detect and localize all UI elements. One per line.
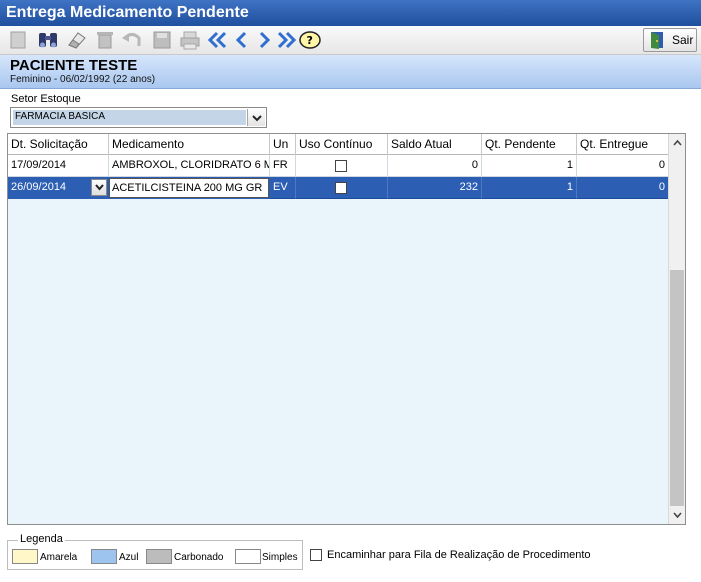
legend: Legenda Amarela Azul Carbonado Simples (7, 533, 303, 570)
cell-pendente[interactable]: 1 (482, 155, 577, 177)
grid-header: Dt. Solicitação Medicamento Un Uso Contí… (8, 134, 669, 155)
date-editor-value: 26/09/2014 (11, 181, 67, 193)
legend-swatch-azul (91, 549, 117, 564)
door-exit-icon (651, 32, 663, 49)
vertical-scrollbar[interactable] (668, 134, 685, 524)
setor-dropdown-button[interactable] (247, 109, 265, 126)
column-header[interactable]: Dt. Solicitação (8, 134, 109, 155)
cell-uso-continuo (296, 177, 388, 199)
legend-label: Azul (119, 552, 139, 563)
cell-entregue[interactable]: 0 (577, 177, 669, 199)
chevron-down-icon (94, 184, 104, 191)
column-header[interactable]: Un (270, 134, 296, 155)
exit-button[interactable]: Sair (643, 28, 697, 52)
svg-text:?: ? (307, 34, 313, 47)
help-icon[interactable]: ? (298, 29, 322, 51)
scroll-up-icon[interactable] (669, 135, 685, 151)
first-icon[interactable] (206, 29, 230, 51)
medication-grid: Dt. Solicitação Medicamento Un Uso Contí… (7, 133, 686, 525)
column-header[interactable]: Qt. Pendente (482, 134, 577, 155)
patient-info: Feminino - 06/02/1992 (22 anos) (10, 74, 156, 85)
eraser-icon[interactable] (65, 29, 89, 51)
column-header[interactable]: Qt. Entregue (577, 134, 669, 155)
patient-header: PACIENTE TESTE Feminino - 06/02/1992 (22… (0, 55, 701, 89)
column-header[interactable]: Medicamento (109, 134, 270, 155)
toolbar: ? Sair (0, 26, 701, 55)
uso-continuo-checkbox[interactable] (335, 182, 347, 194)
legend-swatch-carbonado (146, 549, 172, 564)
legend-swatch-amarela (12, 549, 38, 564)
table-row-selected[interactable]: 26/09/2014 ACETILCISTEINA 200 MG GR EV 2… (8, 177, 669, 199)
date-editor[interactable]: 26/09/2014 (8, 177, 108, 199)
undo-icon[interactable] (120, 29, 144, 51)
cell-saldo[interactable]: 0 (388, 155, 482, 177)
new-icon[interactable] (6, 29, 30, 51)
scroll-down-icon[interactable] (669, 507, 685, 523)
cell-entregue[interactable]: 0 (577, 155, 669, 177)
window-title: Entrega Medicamento Pendente (0, 0, 701, 26)
column-header[interactable]: Uso Contínuo (296, 134, 388, 155)
binoculars-icon[interactable] (36, 29, 60, 51)
cell-saldo[interactable]: 232 (388, 177, 482, 199)
next-icon[interactable] (252, 29, 276, 51)
cell-uso-continuo (296, 155, 388, 177)
setor-value: FARMACIA BASICA (13, 110, 246, 125)
legend-title: Legenda (18, 533, 65, 545)
last-icon[interactable] (274, 29, 298, 51)
encaminhar-checkbox[interactable] (310, 549, 322, 561)
medication-editor[interactable]: ACETILCISTEINA 200 MG GR (109, 178, 269, 198)
cell-medication[interactable]: AMBROXOL, CLORIDRATO 6 MG. (109, 155, 270, 177)
encaminhar-option[interactable]: Encaminhar para Fila de Realização de Pr… (310, 549, 591, 561)
legend-label: Simples (262, 552, 298, 563)
cell-unit[interactable]: EV (270, 177, 296, 199)
cell-date[interactable]: 17/09/2014 (8, 155, 109, 177)
date-dropdown-button[interactable] (91, 179, 107, 196)
setor-label: Setor Estoque (11, 93, 81, 105)
prev-icon[interactable] (230, 29, 254, 51)
scrollbar-thumb[interactable] (670, 270, 684, 506)
legend-label: Amarela (40, 552, 78, 563)
chevron-down-icon (251, 114, 262, 121)
uso-continuo-checkbox[interactable] (335, 160, 347, 172)
patient-name: PACIENTE TESTE (10, 57, 138, 74)
setor-select[interactable]: FARMACIA BASICA (10, 107, 267, 128)
print-icon[interactable] (178, 29, 202, 51)
cell-pendente[interactable]: 1 (482, 177, 577, 199)
legend-swatch-simples (235, 549, 261, 564)
table-row[interactable]: 17/09/2014 AMBROXOL, CLORIDRATO 6 MG. FR… (8, 155, 669, 177)
save-icon[interactable] (150, 29, 174, 51)
column-header[interactable]: Saldo Atual (388, 134, 482, 155)
encaminhar-label: Encaminhar para Fila de Realização de Pr… (327, 549, 591, 561)
cell-unit[interactable]: FR (270, 155, 296, 177)
trash-icon[interactable] (93, 29, 117, 51)
legend-label: Carbonado (174, 552, 224, 563)
exit-button-label: Sair (672, 33, 694, 47)
